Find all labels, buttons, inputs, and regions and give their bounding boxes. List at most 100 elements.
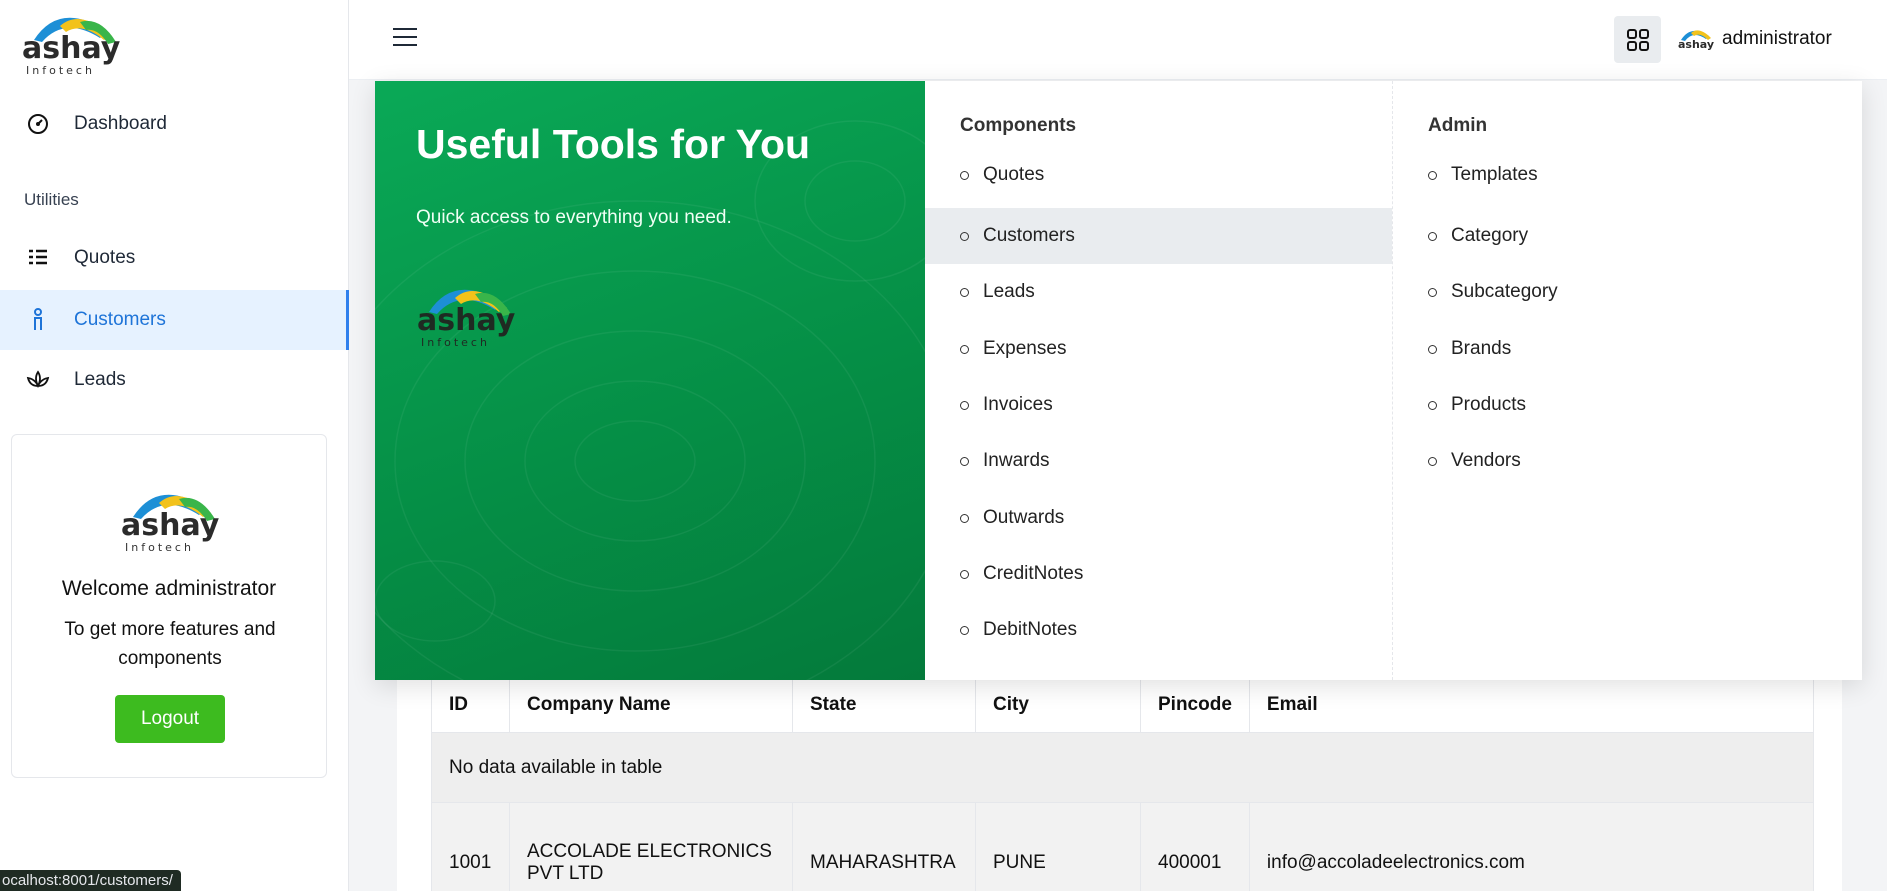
circle-bullet-icon <box>960 170 969 180</box>
sidebar-item-label: Quotes <box>74 247 136 268</box>
menu-item-label: CreditNotes <box>983 563 1084 584</box>
menu-item-label: Vendors <box>1451 450 1521 471</box>
topographic-pattern <box>375 120 925 680</box>
row-state: MAHARASHTRA <box>792 802 976 891</box>
menu-item-label: Invoices <box>983 394 1053 415</box>
menu-item-brands[interactable]: Brands <box>1393 321 1862 377</box>
dashboard-gauge-icon <box>22 113 54 135</box>
menu-item-outwards[interactable]: Outwards <box>925 490 1392 546</box>
menu-item-label: Inwards <box>983 450 1050 471</box>
apps-mega-menu: Useful Tools for You Quick access to eve… <box>375 81 1862 680</box>
apps-grid-button[interactable] <box>1614 16 1661 63</box>
menu-item-label: Expenses <box>983 338 1067 359</box>
svg-text:Infotech: Infotech <box>26 64 95 76</box>
column-header[interactable]: Pincode <box>1140 676 1250 733</box>
svg-text:Infotech: Infotech <box>421 336 490 349</box>
components-heading: Components <box>960 115 1077 136</box>
circle-bullet-icon <box>1428 344 1437 354</box>
welcome-title: Welcome administrator <box>61 577 277 600</box>
mega-menu-hero: Useful Tools for You Quick access to eve… <box>375 81 925 680</box>
column-header[interactable]: ID <box>431 676 510 733</box>
sidebar-item-label: Dashboard <box>74 113 167 134</box>
menu-item-products[interactable]: Products <box>1393 377 1862 433</box>
status-bar-url: ocalhost:8001/customers/ <box>0 870 181 891</box>
menu-item-templates[interactable]: Templates <box>1393 147 1862 203</box>
svg-text:Infotech: Infotech <box>125 541 194 553</box>
menu-item-expenses[interactable]: Expenses <box>925 321 1392 377</box>
column-header[interactable]: State <box>792 676 976 733</box>
menu-item-label: Category <box>1451 225 1529 246</box>
components-column: Components Quotes Customers Leads Expens… <box>925 81 1393 680</box>
menu-item-label: Leads <box>983 281 1035 302</box>
sidebar-item-leads[interactable]: Leads <box>0 350 349 410</box>
lotus-icon <box>22 370 54 390</box>
welcome-card: ashay Infotech Welcome administrator To … <box>11 434 327 778</box>
customers-table: ID Company Name State City Pincode Email… <box>431 676 1814 891</box>
menu-item-category[interactable]: Category <box>1393 208 1862 264</box>
circle-bullet-icon <box>1428 170 1437 180</box>
avatar[interactable]: ashay <box>1677 22 1715 56</box>
table-row-empty: No data available in table <box>431 732 1814 803</box>
menu-item-label: Outwards <box>983 507 1065 528</box>
menu-item-subcategory[interactable]: Subcategory <box>1393 264 1862 320</box>
circle-bullet-icon <box>960 344 969 354</box>
column-header[interactable]: City <box>975 676 1141 733</box>
admin-column: Admin Templates Category Subcategory Bra… <box>1393 81 1862 680</box>
sidebar-section-label: Utilities <box>24 190 79 209</box>
menu-item-creditnotes[interactable]: CreditNotes <box>925 546 1392 602</box>
menu-item-label: DebitNotes <box>983 619 1077 640</box>
svg-text:ashay: ashay <box>22 31 121 66</box>
sidebar-item-dashboard[interactable]: Dashboard <box>0 94 349 154</box>
circle-bullet-icon <box>960 625 969 635</box>
empty-message: No data available in table <box>431 732 1814 803</box>
menu-item-label: Subcategory <box>1451 281 1558 302</box>
top-header: ashay administrator <box>349 0 1887 80</box>
mega-menu-subtitle: Quick access to everything you need. <box>416 207 732 228</box>
row-city: PUNE <box>975 802 1141 891</box>
welcome-subtitle: To get more features and components <box>64 619 276 669</box>
row-id-link[interactable]: 1001 <box>431 802 510 891</box>
row-company-link[interactable]: ACCOLADE ELECTRONICS PVT LTD <box>509 802 793 891</box>
svg-text:ashay: ashay <box>121 508 220 543</box>
sidebar-item-quotes[interactable]: Quotes <box>0 228 349 288</box>
menu-item-vendors[interactable]: Vendors <box>1393 433 1862 489</box>
mega-menu-title: Useful Tools for You <box>416 121 811 167</box>
svg-text:ashay: ashay <box>1678 38 1714 51</box>
menu-item-label: Customers <box>983 225 1075 246</box>
person-icon <box>22 308 54 332</box>
menu-item-quotes[interactable]: Quotes <box>925 147 1392 203</box>
menu-item-customers[interactable]: Customers <box>925 208 1392 264</box>
menu-item-label: Templates <box>1451 164 1538 185</box>
circle-bullet-icon <box>960 287 969 297</box>
menu-toggle-icon[interactable] <box>393 28 417 50</box>
menu-item-invoices[interactable]: Invoices <box>925 377 1392 433</box>
table-row[interactable]: 1001 ACCOLADE ELECTRONICS PVT LTD MAHARA… <box>431 802 1814 891</box>
sidebar-item-customers[interactable]: Customers <box>0 290 349 350</box>
circle-bullet-icon <box>960 400 969 410</box>
list-icon <box>22 249 54 267</box>
circle-bullet-icon <box>1428 456 1437 466</box>
circle-bullet-icon <box>1428 400 1437 410</box>
sidebar-item-label: Leads <box>74 369 126 390</box>
menu-item-inwards[interactable]: Inwards <box>925 433 1392 489</box>
row-email: info@accoladeelectronics.com <box>1248 802 1814 891</box>
grid-icon <box>1626 28 1649 51</box>
menu-item-debitnotes[interactable]: DebitNotes <box>925 602 1392 658</box>
circle-bullet-icon <box>1428 231 1437 241</box>
column-header[interactable]: Email <box>1248 676 1814 733</box>
sidebar-item-label: Customers <box>74 309 166 330</box>
row-pincode: 400001 <box>1140 802 1250 891</box>
circle-bullet-icon <box>960 569 969 579</box>
svg-text:ashay: ashay <box>417 303 516 338</box>
column-header[interactable]: Company Name <box>509 676 793 733</box>
logout-button[interactable]: Logout <box>115 695 225 743</box>
circle-bullet-icon <box>1428 287 1437 297</box>
user-name[interactable]: administrator <box>1722 28 1832 50</box>
circle-bullet-icon <box>960 513 969 523</box>
hero-logo: ashay Infotech <box>417 289 516 349</box>
menu-item-label: Products <box>1451 394 1526 415</box>
circle-bullet-icon <box>960 456 969 466</box>
menu-item-leads[interactable]: Leads <box>925 264 1392 320</box>
circle-bullet-icon <box>960 231 969 241</box>
brand-logo[interactable]: ashay Infotech <box>20 2 124 77</box>
